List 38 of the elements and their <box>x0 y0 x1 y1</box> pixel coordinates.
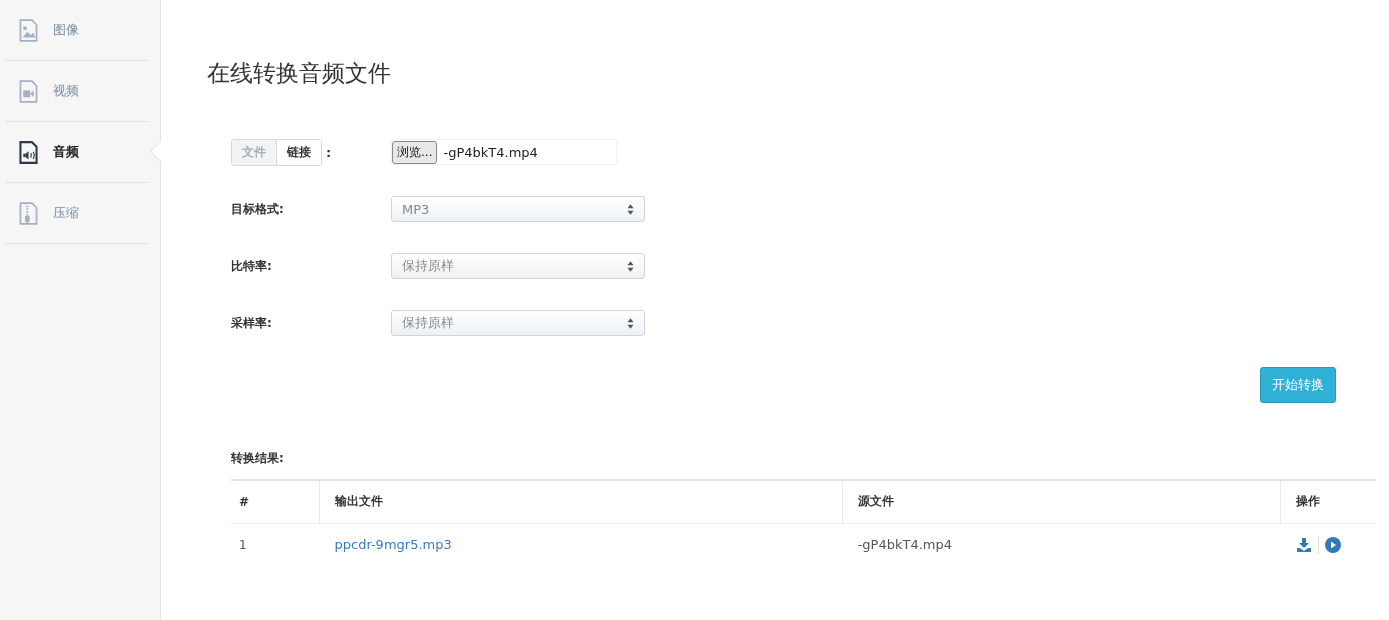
file-input[interactable]: 浏览... -gP4bkT4.mp4 <box>391 139 617 165</box>
sidebar-label: 压缩 <box>53 204 79 222</box>
zip-file-icon <box>18 201 39 225</box>
sidebar-item[interactable]: 图像 <box>5 0 148 61</box>
image-file-icon <box>18 18 39 42</box>
field-label: 比特率: <box>231 257 273 275</box>
column-header: # <box>231 480 320 523</box>
sidebar-label: 视频 <box>53 82 79 100</box>
source-tab[interactable]: 文件 <box>232 139 277 165</box>
table-cell: 1 <box>231 523 320 566</box>
sort-arrows-icon <box>627 317 634 329</box>
download-icon[interactable] <box>1295 536 1312 553</box>
page-title: 在线转换音频文件 <box>207 59 392 88</box>
column-header: 操作 <box>1280 480 1376 523</box>
select-dropdown[interactable]: 保持原样 <box>391 310 645 336</box>
start-button[interactable]: 开始转换 <box>1260 367 1336 403</box>
audio-file-icon <box>18 140 39 164</box>
select-dropdown[interactable]: 保持原样 <box>391 253 645 279</box>
results-label: 转换结果: <box>231 450 285 467</box>
file-name: -gP4bkT4.mp4 <box>443 144 538 160</box>
sidebar-item[interactable]: 音频 <box>5 122 148 183</box>
play-icon[interactable] <box>1324 536 1341 553</box>
select-dropdown[interactable]: MP3 <box>391 196 645 222</box>
output-file-link[interactable]: ppcdr-9mgr5.mp3 <box>334 537 452 552</box>
column-header: 输出文件 <box>319 480 843 523</box>
sidebar-item[interactable]: 视频 <box>5 61 148 122</box>
sidebar-label: 音频 <box>53 143 79 161</box>
sort-arrows-icon <box>627 260 634 272</box>
browse-button[interactable]: 浏览... <box>392 140 438 164</box>
video-file-icon <box>18 79 39 103</box>
colon-label: : <box>326 144 332 160</box>
column-header: 源文件 <box>842 480 1281 523</box>
sort-arrows-icon <box>627 203 634 215</box>
table-cell: -gP4bkT4.mp4 <box>842 523 1281 566</box>
sidebar-label: 图像 <box>53 21 79 39</box>
sidebar-item[interactable]: 压缩 <box>5 183 148 244</box>
field-label: 采样率: <box>231 314 273 332</box>
field-label: 目标格式: <box>231 200 285 218</box>
